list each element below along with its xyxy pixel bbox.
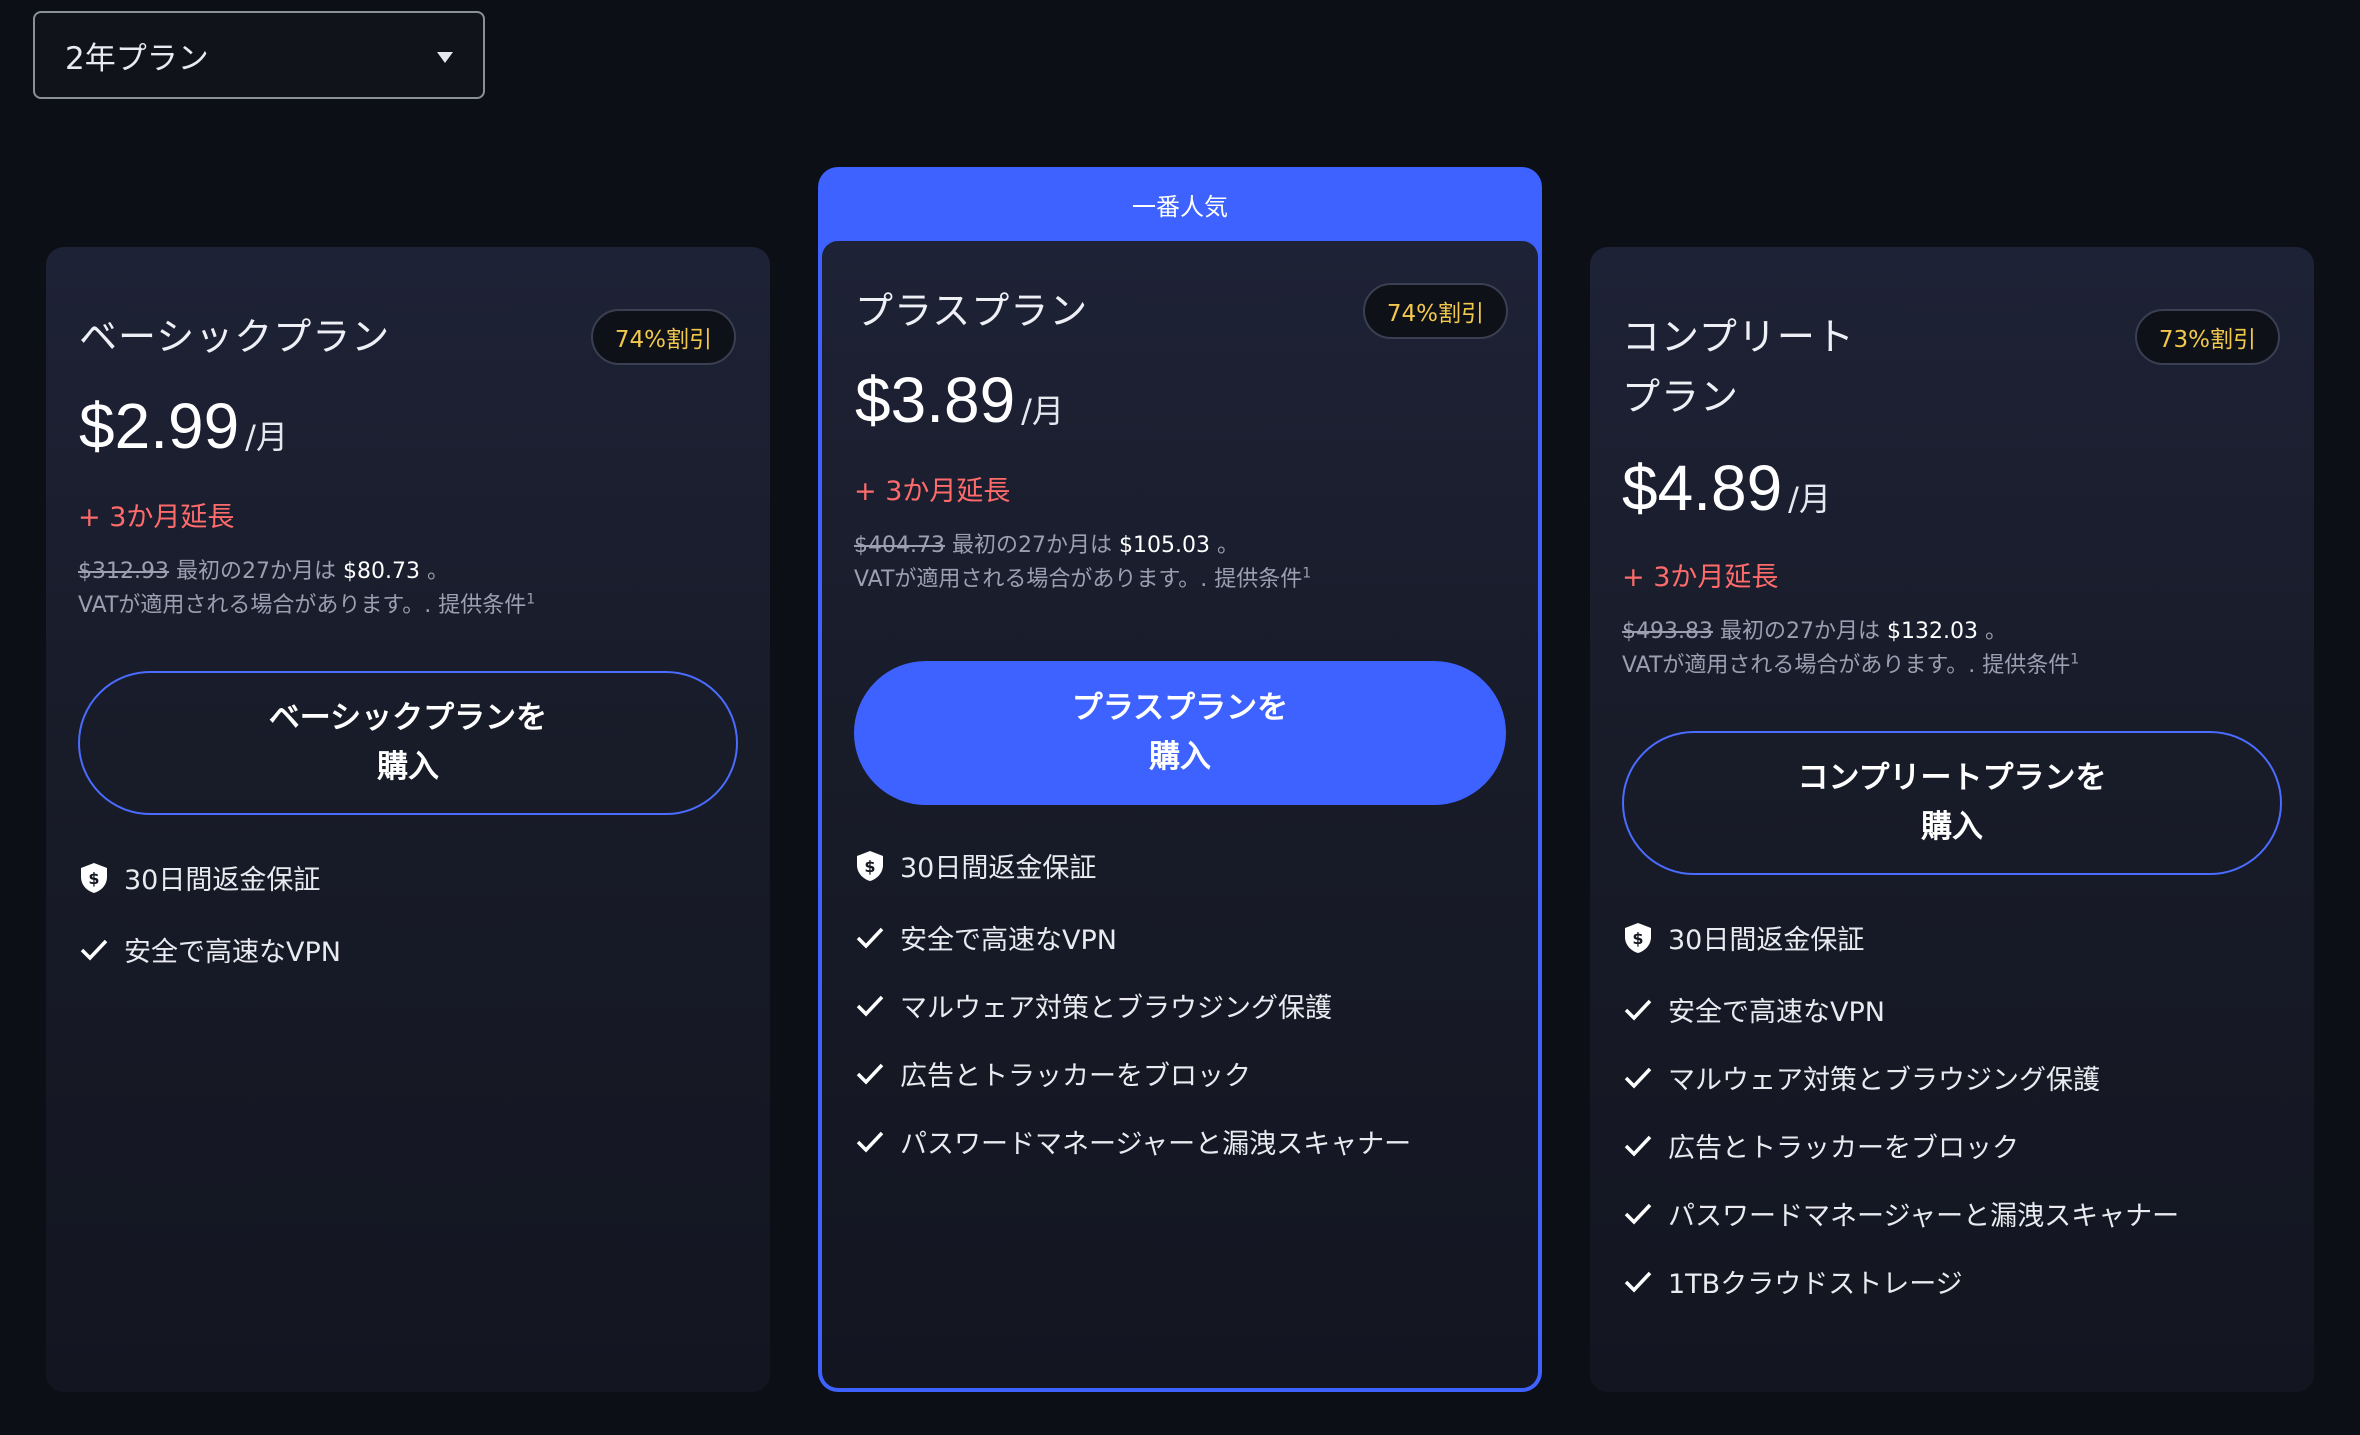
vat-note[interactable]: VATが適用される場合があります。. 提供条件1 — [854, 561, 1311, 593]
check-icon — [1622, 1062, 1654, 1094]
feature-item: 広告とトラッカーをブロック — [854, 1054, 1251, 1093]
feature-item: パスワードマネージャーと漏洩スキャナー — [854, 1122, 1411, 1161]
period-end: 。 — [1216, 533, 1239, 558]
discount-badge: 74%割引 — [1362, 283, 1508, 339]
feature-text: 1TBクラウドストレージ — [1668, 1269, 1963, 1300]
guarantee-item: $ 30日間返金保証 — [1622, 918, 1864, 957]
feature-item: 安全で高速なVPN — [1622, 990, 1885, 1029]
guarantee-item: $ 30日間返金保証 — [78, 858, 320, 897]
svg-text:$: $ — [864, 857, 875, 876]
price-detail: $493.83 最初の27か月は $132.03 。 — [1622, 613, 2007, 645]
buy-plus-button[interactable]: プラスプランを 購入 — [854, 661, 1506, 805]
feature-item: 安全で高速なVPN — [854, 918, 1117, 957]
vat-text: VATが適用される場合があります。. 提供条件 — [854, 567, 1303, 592]
price: $4.89 /月 — [1622, 451, 1831, 525]
price-amount: $3.89 — [855, 364, 1016, 436]
guarantee-text: 30日間返金保証 — [124, 865, 321, 896]
feature-text: パスワードマネージャーと漏洩スキャナー — [900, 1129, 1412, 1160]
footnote-marker: 1 — [526, 591, 536, 608]
check-icon — [78, 934, 110, 966]
plan-card-basic: ベーシックプラン 74%割引 $2.99 /月 + 3か月延長 $312.93 … — [46, 247, 770, 1392]
first-period-text: 最初の27か月は — [175, 559, 336, 584]
most-popular-label: 一番人気 — [1132, 192, 1228, 221]
plan-period-dropdown[interactable]: 2年プラン — [33, 11, 485, 99]
feature-item: 広告とトラッカーをブロック — [1622, 1126, 2019, 1165]
caret-down-icon — [437, 52, 453, 63]
extension-text: + 3か月延長 — [78, 502, 235, 533]
guarantee-text: 30日間返金保証 — [900, 853, 1097, 884]
check-icon — [1622, 1198, 1654, 1230]
shield-dollar-icon: $ — [78, 862, 110, 894]
original-price: $404.73 — [854, 533, 945, 558]
first-period-text: 最初の27か月は — [951, 533, 1112, 558]
price-amount: $2.99 — [79, 390, 240, 462]
feature-item: パスワードマネージャーと漏洩スキャナー — [1622, 1194, 2179, 1233]
feature-text: 安全で高速なVPN — [900, 925, 1117, 956]
check-icon — [1622, 1266, 1654, 1298]
vat-note[interactable]: VATが適用される場合があります。. 提供条件1 — [1622, 647, 2079, 679]
feature-text: 広告とトラッカーをブロック — [1668, 1133, 2019, 1164]
price-period: /月 — [1788, 480, 1831, 518]
svg-text:$: $ — [1632, 929, 1643, 948]
feature-item: 1TBクラウドストレージ — [1622, 1262, 1963, 1301]
extension-text: + 3か月延長 — [854, 476, 1011, 507]
feature-text: 広告とトラッカーをブロック — [900, 1061, 1251, 1092]
buy-complete-button[interactable]: コンプリートプランを 購入 — [1622, 731, 2282, 875]
guarantee-text: 30日間返金保証 — [1668, 925, 1865, 956]
extension-text: + 3か月延長 — [1622, 562, 1779, 593]
discount-badge: 74%割引 — [590, 309, 736, 365]
plan-title: プラスプラン — [855, 289, 1089, 333]
feature-text: マルウェア対策とブラウジング保護 — [900, 993, 1332, 1024]
vat-text: VATが適用される場合があります。. 提供条件 — [78, 593, 527, 618]
feature-item: 安全で高速なVPN — [78, 930, 341, 969]
plan-title: コンプリート プラン — [1622, 307, 1855, 427]
check-icon — [854, 922, 886, 954]
feature-text: 安全で高速なVPN — [124, 937, 341, 968]
price-amount: $4.89 — [1622, 452, 1783, 524]
guarantee-item: $ 30日間返金保証 — [854, 846, 1096, 885]
price-detail: $404.73 最初の27か月は $105.03 。 — [854, 527, 1239, 559]
price: $2.99 /月 — [79, 389, 288, 463]
plan-period-selected: 2年プラン — [65, 40, 209, 77]
vat-text: VATが適用される場合があります。. 提供条件 — [1622, 653, 2071, 678]
buy-basic-button[interactable]: ベーシックプランを 購入 — [78, 671, 738, 815]
first-period-text: 最初の27か月は — [1719, 619, 1880, 644]
check-icon — [854, 990, 886, 1022]
featured-plan-frame: 一番人気 プラスプラン 74%割引 $3.89 /月 + 3か月延長 $404.… — [818, 167, 1542, 1392]
period-end: 。 — [426, 559, 449, 584]
first-period-price: $80.73 — [342, 559, 420, 584]
footnote-marker: 1 — [1302, 565, 1312, 582]
vat-note[interactable]: VATが適用される場合があります。. 提供条件1 — [78, 587, 535, 619]
shield-dollar-icon: $ — [1622, 922, 1654, 954]
price-detail: $312.93 最初の27か月は $80.73 。 — [78, 553, 449, 585]
feature-text: パスワードマネージャーと漏洩スキャナー — [1668, 1201, 2180, 1232]
feature-text: マルウェア対策とブラウジング保護 — [1668, 1065, 2100, 1096]
feature-item: マルウェア対策とブラウジング保護 — [854, 986, 1332, 1025]
original-price: $312.93 — [78, 559, 169, 584]
plan-card-complete: コンプリート プラン 73%割引 $4.89 /月 + 3か月延長 $493.8… — [1590, 247, 2314, 1392]
plan-title: ベーシックプラン — [79, 315, 391, 359]
first-period-price: $132.03 — [1886, 619, 1978, 644]
shield-dollar-icon: $ — [854, 850, 886, 882]
svg-text:$: $ — [88, 869, 99, 888]
plan-card-plus: プラスプラン 74%割引 $3.89 /月 + 3か月延長 $404.73 最初… — [822, 241, 1538, 1388]
original-price: $493.83 — [1622, 619, 1713, 644]
discount-badge: 73%割引 — [2134, 309, 2280, 365]
price: $3.89 /月 — [855, 363, 1064, 437]
feature-text: 安全で高速なVPN — [1668, 997, 1885, 1028]
footnote-marker: 1 — [2070, 651, 2080, 668]
check-icon — [854, 1058, 886, 1090]
check-icon — [1622, 1130, 1654, 1162]
feature-item: マルウェア対策とブラウジング保護 — [1622, 1058, 2100, 1097]
price-period: /月 — [1021, 392, 1064, 430]
first-period-price: $105.03 — [1118, 533, 1210, 558]
check-icon — [854, 1126, 886, 1158]
check-icon — [1622, 994, 1654, 1026]
plan-title-line2: プラン — [1622, 375, 1740, 419]
plan-title-line1: コンプリート — [1622, 315, 1855, 359]
price-period: /月 — [245, 418, 288, 456]
period-end: 。 — [1984, 619, 2007, 644]
